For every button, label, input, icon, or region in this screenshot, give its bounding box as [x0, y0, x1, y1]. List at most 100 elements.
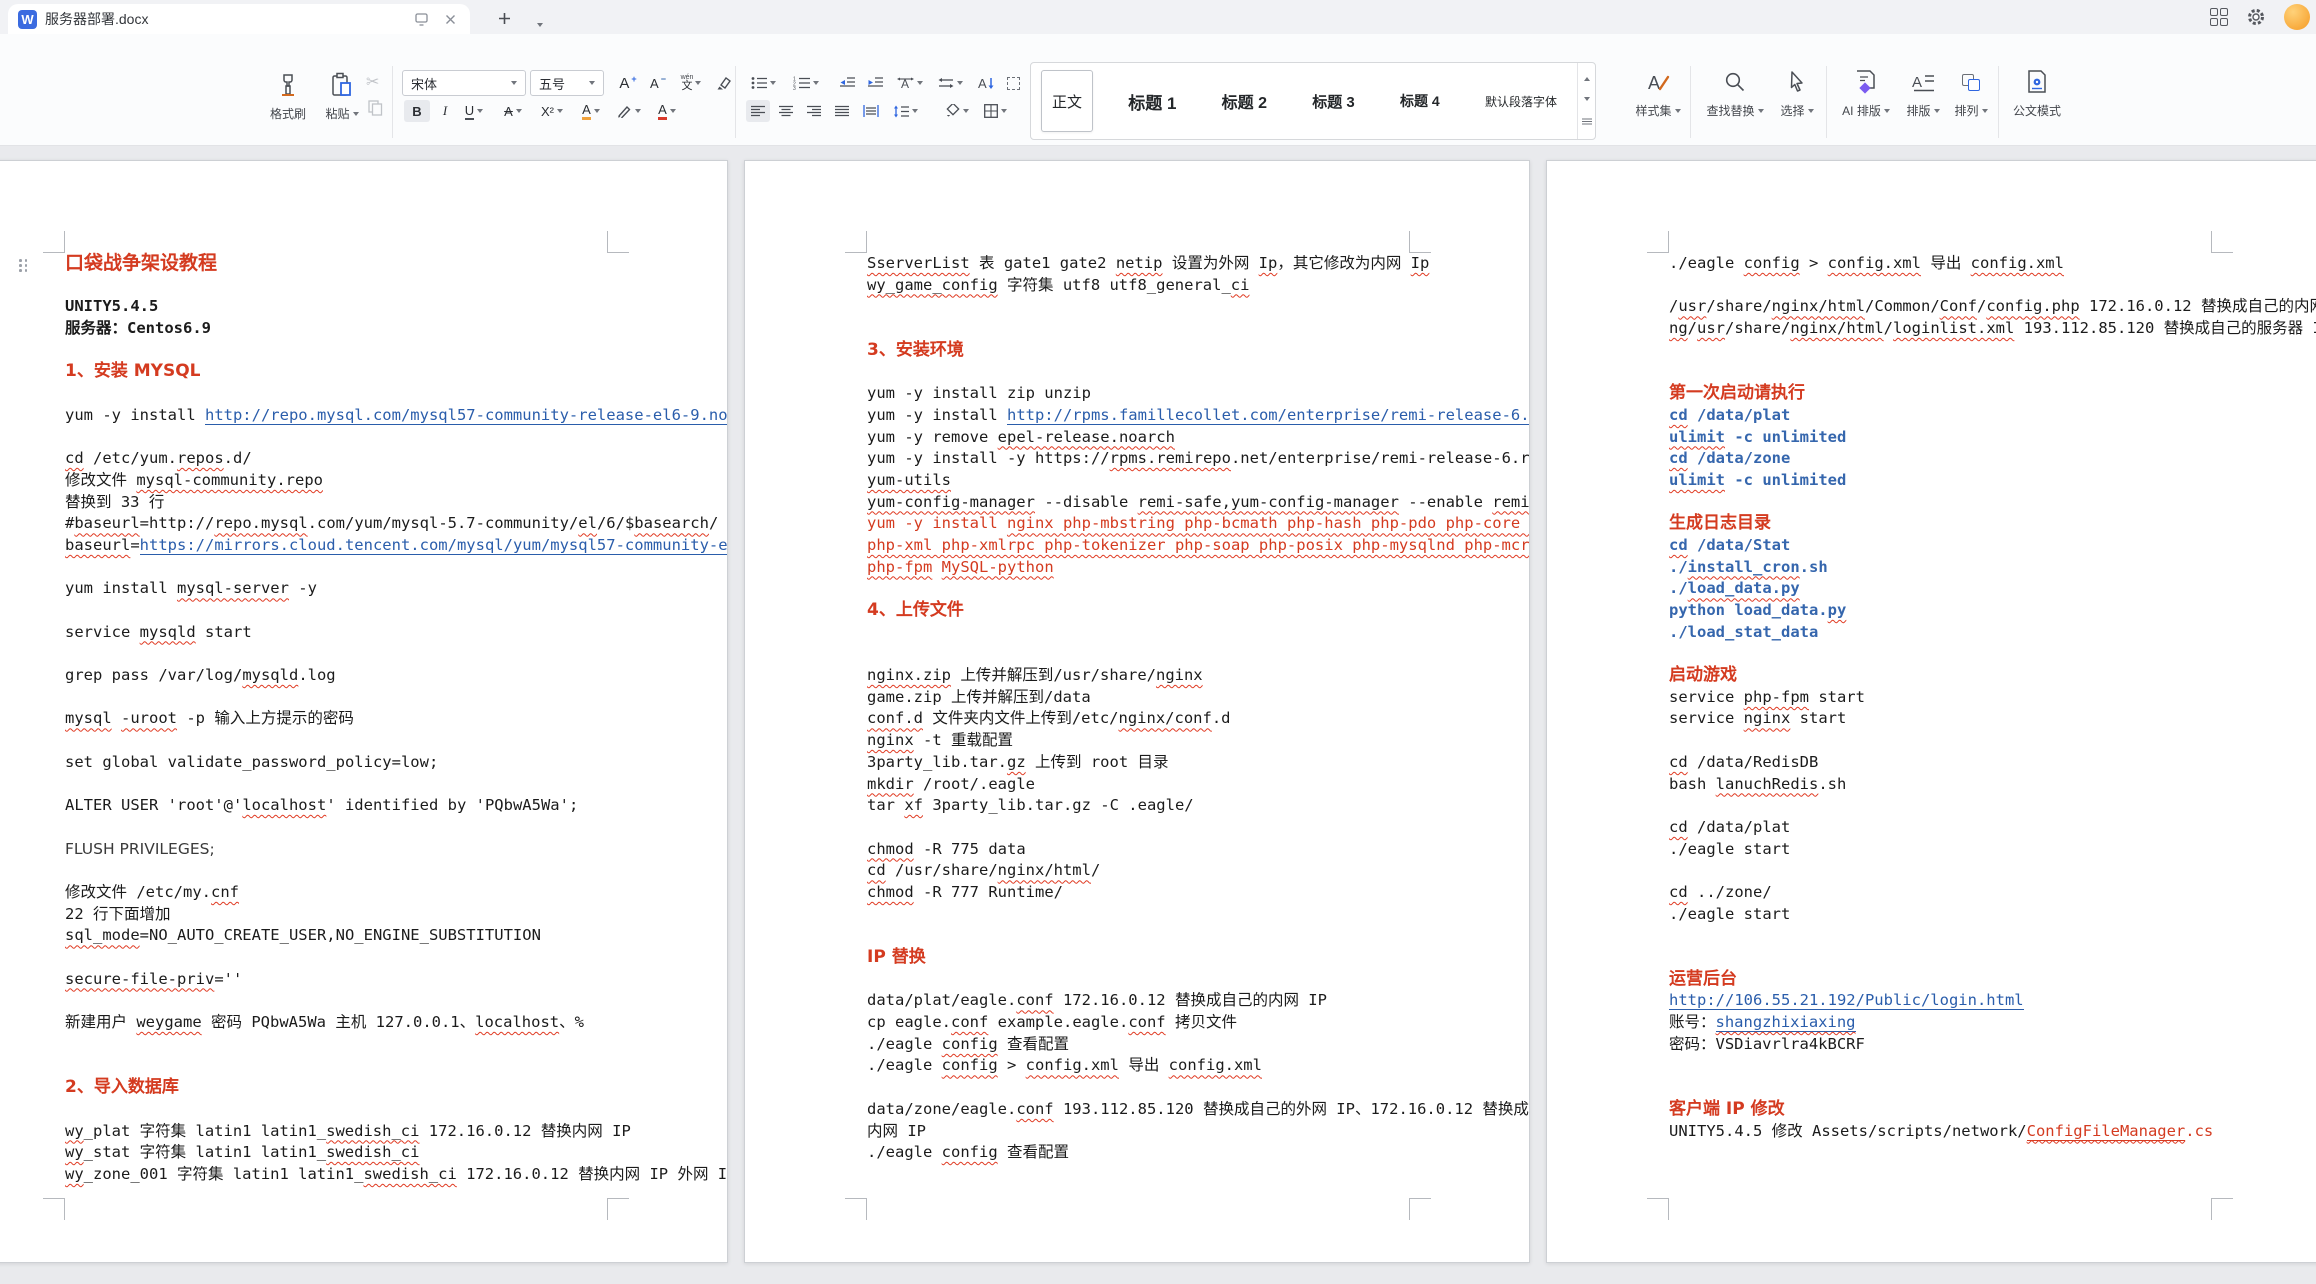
text-run: cd	[1669, 406, 1688, 424]
text-run: conf	[1016, 1100, 1053, 1118]
text-run: =	[140, 514, 149, 532]
style-item-heading3[interactable]: 标题 3	[1302, 70, 1365, 132]
avatar[interactable]	[2284, 4, 2310, 30]
text-direction-button[interactable]: A	[890, 70, 928, 96]
doc-line	[65, 643, 728, 665]
text-run: -p 输入上方提示的密码	[177, 709, 354, 727]
drop-cap-icon[interactable]: A	[972, 70, 1000, 96]
superscript-button[interactable]: X²	[534, 100, 570, 122]
format-painter-button[interactable]: 格式刷	[262, 68, 314, 122]
gallery-scroll-down-icon[interactable]	[1584, 97, 1590, 101]
font-color-button[interactable]: A	[650, 100, 684, 122]
underline-button[interactable]: U	[458, 100, 490, 122]
borders-button[interactable]	[978, 100, 1012, 122]
new-tab-icon[interactable]	[492, 6, 516, 30]
style-item-default-font[interactable]: 默认段落字体	[1475, 70, 1567, 132]
page-2[interactable]: SserverList 表 gate1 gate2 netip 设置为外网 Ip…	[744, 160, 1530, 1263]
text-run: config.xml	[1169, 1056, 1262, 1074]
text-run: 生成日志目录	[1669, 513, 1771, 533]
highlight-color-button[interactable]: A	[574, 100, 608, 122]
style-item-normal[interactable]: 正文	[1041, 70, 1093, 132]
cjk-layout-button[interactable]	[932, 70, 968, 96]
pinyin-guide-icon[interactable]: wén文	[674, 70, 708, 96]
font-size-select[interactable]: 五号	[530, 70, 604, 96]
shading-button[interactable]	[940, 100, 974, 122]
ai-layout-label: AI 排版	[1842, 102, 1881, 119]
paragraph-drag-handle-icon[interactable]	[19, 259, 30, 272]
doc-line: 22 行下面增加	[65, 904, 728, 926]
strikethrough-button[interactable]: A	[496, 100, 530, 122]
text-run: 字符集 utf8 utf8_general_	[998, 276, 1231, 294]
doc-line: UNITY5.4.5 修改 Assets/scripts/network/Con…	[1669, 1121, 2316, 1143]
align-left-button[interactable]	[746, 100, 770, 122]
doc-line: ./load_stat_data	[1669, 622, 2316, 644]
page-3[interactable]: ./eagle config > config.xml 导出 config.xm…	[1546, 160, 2316, 1263]
text-run: ./eagle	[1669, 254, 1744, 272]
increase-indent-icon[interactable]	[862, 70, 888, 96]
line-spacing-button[interactable]	[888, 100, 922, 122]
doc-line: cd /data/plat	[1669, 405, 2316, 427]
close-tab-icon[interactable]	[440, 9, 460, 29]
doc-line	[65, 1055, 728, 1077]
style-item-heading4[interactable]: 标题 4	[1390, 70, 1450, 132]
arrange-button[interactable]: 排列	[1948, 68, 1994, 119]
margin-corner	[1647, 231, 1669, 253]
text-run: ulimit	[1669, 428, 1725, 446]
italic-button[interactable]: I	[434, 100, 456, 122]
multi-device-icon[interactable]	[412, 9, 432, 29]
text-run: /etc/yum.	[84, 449, 177, 467]
workspace-icon[interactable]	[2210, 8, 2228, 26]
numbered-list-button[interactable]: 123	[788, 70, 824, 96]
gallery-scroll-up-icon[interactable]	[1584, 77, 1590, 81]
doc-line	[65, 947, 728, 969]
text-effects-pen-icon[interactable]	[612, 100, 646, 122]
align-right-button[interactable]	[802, 100, 826, 122]
find-replace-button[interactable]: 查找替换	[1700, 68, 1770, 119]
gallery-expand-icon[interactable]	[1582, 118, 1592, 125]
clear-format-icon[interactable]	[710, 70, 736, 96]
text-run: cd	[1669, 883, 1688, 901]
doc-line: php-fpm MySQL-python	[867, 557, 1530, 579]
doc-line	[65, 600, 728, 622]
font-name-select[interactable]: 宋体	[402, 70, 526, 96]
text-run: ./	[1669, 558, 1688, 576]
increase-font-icon[interactable]: A+	[614, 70, 642, 96]
text-run: nginx/html	[1790, 319, 1883, 337]
copy-icon[interactable]	[368, 100, 383, 116]
doc-line: cd ../zone/	[1669, 882, 2316, 904]
text-run: http://106.55.21.192/Public/login.html	[1669, 991, 2024, 1010]
justify-button[interactable]	[830, 100, 854, 122]
select-cursor-icon	[1772, 68, 1822, 96]
cut-icon[interactable]: ✂	[366, 72, 379, 92]
ai-layout-button[interactable]: AI 排版	[1834, 68, 1898, 119]
style-gallery-scroll[interactable]	[1577, 63, 1595, 139]
select-button[interactable]: 选择	[1772, 68, 1822, 119]
typeset-button[interactable]: A 排版	[1900, 68, 1946, 119]
character-border-icon[interactable]	[1002, 70, 1024, 96]
text-run: _stat 字符集 latin1 latin1_	[84, 1143, 326, 1161]
text-run: 导出	[1119, 1056, 1169, 1074]
style-item-heading1[interactable]: 标题 1	[1118, 70, 1186, 132]
style-set-button[interactable]: A 样式集	[1628, 68, 1688, 119]
document-tab[interactable]: W 服务器部署.docx	[8, 4, 470, 34]
paste-button[interactable]: 粘贴	[318, 68, 366, 122]
settings-icon[interactable]	[2246, 7, 2266, 27]
text-run: yum -y install	[867, 514, 1007, 532]
tab-list-chevron-icon[interactable]	[537, 14, 543, 32]
bullet-list-button[interactable]	[746, 70, 780, 96]
decrease-indent-icon[interactable]	[834, 70, 860, 96]
bold-button[interactable]: B	[404, 100, 430, 122]
text-run: data/plat/eagle.	[867, 991, 1016, 1009]
text-run: config.xml	[1828, 254, 1921, 272]
distribute-button[interactable]	[858, 100, 884, 122]
text-run: el	[578, 514, 597, 532]
official-doc-mode-button[interactable]: 公文模式	[2006, 68, 2068, 119]
page-1[interactable]: 口袋战争架设教程 UNITY5.4.5服务器：Centos6.9 1、安装 MY…	[0, 160, 728, 1263]
text-run: mysql-community.repo	[136, 471, 323, 489]
decrease-font-icon[interactable]: A−	[644, 70, 672, 96]
text-run: repo.mysql	[214, 514, 307, 532]
text-run: 文件夹内文件上传到/etc/	[923, 709, 1119, 727]
align-center-button[interactable]	[774, 100, 798, 122]
doc-line: conf.d 文件夹内文件上传到/etc/nginx/conf.d	[867, 708, 1530, 730]
style-item-heading2[interactable]: 标题 2	[1212, 70, 1277, 132]
